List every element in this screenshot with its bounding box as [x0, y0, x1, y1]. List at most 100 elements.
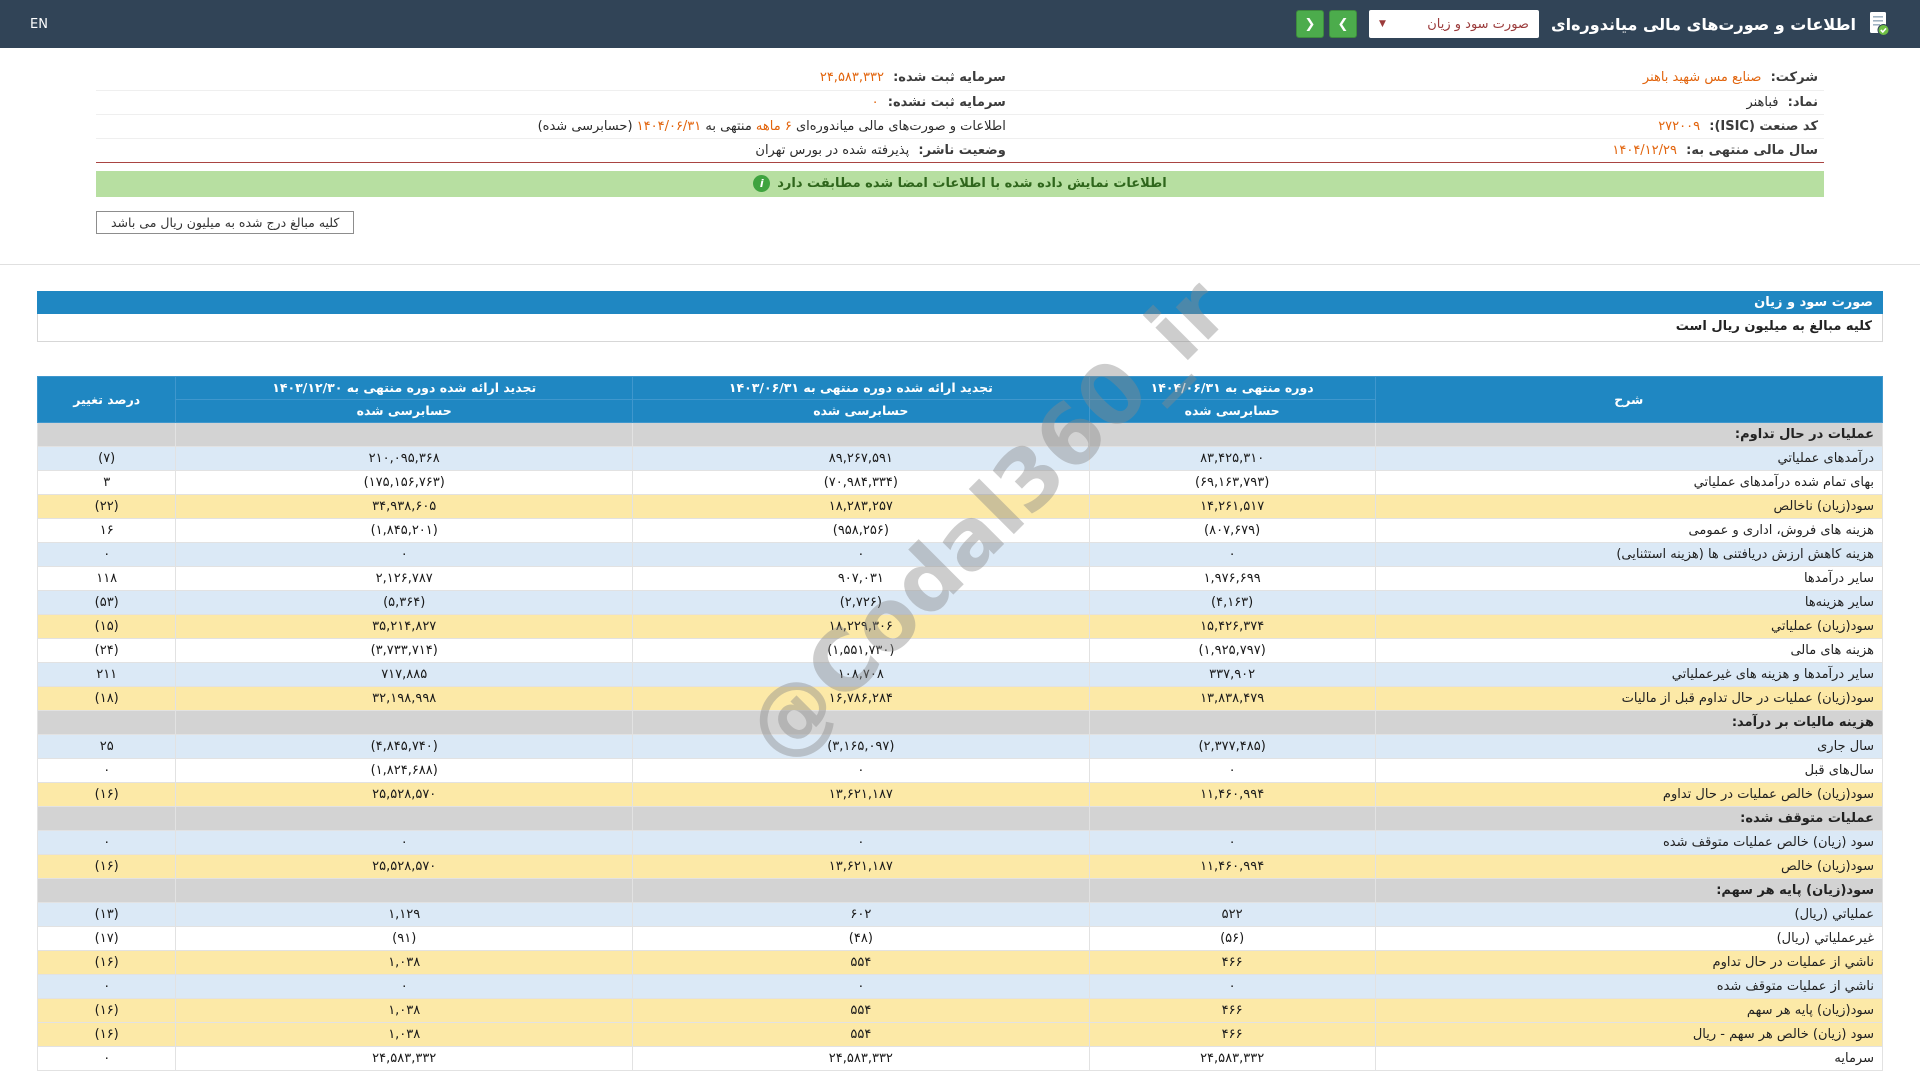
table-row: سود(زیان) عملیات در حال تداوم قبل از مال… — [36, 685, 1884, 711]
value-restated-halfyear: (۱,۵۵۱,۷۳۰) — [632, 637, 1090, 663]
value-percent-change: (۱۶) — [36, 949, 177, 975]
value-percent-change: (۷) — [36, 445, 177, 471]
value-restated-annual: ۷۱۷,۸۸۵ — [175, 661, 634, 687]
value-current-period: ۰ — [1088, 541, 1376, 567]
registered-capital-label: سرمایه ثبت شده: — [893, 70, 1006, 86]
value-current-period — [1088, 709, 1376, 735]
value-percent-change: (۱۷) — [36, 925, 177, 951]
value-current-period: (۸۰۷,۶۷۹) — [1088, 517, 1376, 543]
row-description: هزینه های مالی — [1374, 637, 1884, 663]
value-percent-change: ۰ — [36, 757, 177, 783]
value-current-period: ۱۵,۴۲۶,۳۷۴ — [1088, 613, 1376, 639]
value-restated-halfyear: ۱۳,۶۲۱,۱۸۷ — [632, 781, 1090, 807]
audited-subheader: حسابرسی شده — [1088, 398, 1376, 423]
value-restated-halfyear: ۱۸,۲۸۳,۲۵۷ — [632, 493, 1090, 519]
nav-forward-button[interactable]: ❯ — [1328, 10, 1357, 38]
value-percent-change: (۱۶) — [36, 781, 177, 807]
col-header-restated-annual: تجدید ارائه شده دوره منتهی به ۱۴۰۳/۱۲/۳۰ — [175, 375, 634, 400]
value-restated-annual — [175, 877, 634, 903]
info-icon: i — [753, 175, 771, 192]
section-divider — [0, 263, 1920, 265]
audited-subheader: حسابرسی شده — [175, 398, 634, 423]
symbol-label: نماد: — [1787, 94, 1818, 110]
value-percent-change: (۵۳) — [36, 589, 177, 615]
value-percent-change: (۱۶) — [36, 853, 177, 879]
row-description: عملیات متوقف شده: — [1374, 805, 1884, 831]
value-current-period: ۸۳,۴۲۵,۳۱۰ — [1088, 445, 1376, 471]
table-row: سود (زیان) خالص هر سهم - ریال ۴۶۶ ۵۵۴ ۱,۰۳۸… — [36, 1021, 1884, 1047]
row-description: ناشي از عملیات متوقف شده — [1374, 973, 1884, 999]
row-description: سال‌های قبل — [1374, 757, 1884, 783]
value-percent-change: (۱۶) — [36, 997, 177, 1023]
registered-capital-value: ۲۴,۵۸۳,۳۳۲ — [819, 70, 884, 86]
value-current-period: (۴,۱۶۳) — [1088, 589, 1376, 615]
period-navigation: ❯ ❮ — [1295, 10, 1357, 38]
isic-value: ۲۷۲۰۰۹ — [1658, 118, 1701, 134]
value-restated-annual: (۹۱) — [175, 925, 634, 951]
value-restated-annual: (۱,۸۴۵,۲۰۱) — [175, 517, 634, 543]
fiscal-year-value: ۱۴۰۴/۱۲/۲۹ — [1612, 142, 1677, 158]
table-row: ناشي از عملیات در حال تداوم ۴۶۶ ۵۵۴ ۱,۰۳۸ (۱… — [36, 949, 1884, 975]
row-description: سود (زیان) خالص هر سهم - ریال — [1374, 1021, 1884, 1047]
value-restated-annual: ۲۵,۵۲۸,۵۷۰ — [175, 853, 634, 879]
section-row: عملیات در حال تداوم: — [36, 421, 1884, 447]
income-statement-table: شرح دوره منتهی به ۱۴۰۴/۰۶/۳۱ تجدید ارائه… — [36, 375, 1884, 1071]
value-current-period: (۵۶) — [1088, 925, 1376, 951]
value-current-period: ۱۱,۴۶۰,۹۹۴ — [1088, 781, 1376, 807]
value-current-period: ۴۶۶ — [1088, 997, 1376, 1023]
table-row: سود(زیان) خالص عملیات در حال تداوم ۱۱,۴۶۰… — [36, 781, 1884, 807]
value-restated-halfyear: ۵۵۴ — [632, 1021, 1090, 1047]
info-row: سال مالی منتهی به: ۱۴۰۴/۱۲/۲۹ وضعیت ناشر… — [96, 138, 1824, 163]
language-toggle[interactable]: EN — [30, 17, 48, 32]
chevron-down-icon: ▼ — [1378, 19, 1386, 29]
value-restated-annual: ۰ — [175, 829, 634, 855]
table-row: سود(زیان) پایه هر سهم ۴۶۶ ۵۵۴ ۱,۰۳۸ (۱۶) — [36, 997, 1884, 1023]
report-type-select[interactable]: صورت سود و زیان ▼ — [1368, 10, 1539, 38]
value-restated-annual: ۱,۰۳۸ — [175, 1021, 634, 1047]
value-restated-halfyear: ۱۳,۶۲۱,۱۸۷ — [632, 853, 1090, 879]
nav-back-button[interactable]: ❮ — [1295, 10, 1324, 38]
value-percent-change: (۱۵) — [36, 613, 177, 639]
info-row: کد صنعت (ISIC): ۲۷۲۰۰۹ اطلاعات و صورت‌ها… — [96, 114, 1824, 139]
table-row: سود (زیان) خالص عملیات متوقف شده ۰ ۰ ۰ ۰ — [36, 829, 1884, 855]
value-current-period: (۱,۹۲۵,۷۹۷) — [1088, 637, 1376, 663]
statement-table-wrap: شرح دوره منتهی به ۱۴۰۴/۰۶/۳۱ تجدید ارائه… — [36, 375, 1884, 1071]
table-row: سایر درآمدها ۱,۹۷۶,۶۹۹ ۹۰۷,۰۳۱ ۲,۱۲۶,۷۸۷ ۱۱۸ — [36, 565, 1884, 591]
value-restated-halfyear — [632, 805, 1090, 831]
value-restated-halfyear: (۹۵۸,۲۵۶) — [632, 517, 1090, 543]
value-percent-change: ۱۱۸ — [36, 565, 177, 591]
col-header-percent-change: درصد تغییر — [36, 375, 177, 423]
value-current-period — [1088, 805, 1376, 831]
value-restated-annual: ۱,۰۳۸ — [175, 997, 634, 1023]
company-name-link[interactable]: صنایع مس شهید باهنر — [1643, 70, 1762, 85]
row-description: سال جاری — [1374, 733, 1884, 759]
row-description: سایر هزینه‌ها — [1374, 589, 1884, 615]
value-percent-change: ۲۵ — [36, 733, 177, 759]
period-length-value: ۶ ماهه — [755, 118, 792, 134]
statement-title-bar: صورت سود و زیان — [37, 290, 1883, 314]
row-description: غیرعملیاتي (ریال) — [1374, 925, 1884, 951]
income-statement-body: عملیات در حال تداوم: درآمدهای عملیاتي ۸۳,۴… — [36, 421, 1884, 1071]
value-restated-annual: (۱,۸۲۴,۶۸۸) — [175, 757, 634, 783]
value-current-period: (۲,۳۷۷,۴۸۵) — [1088, 733, 1376, 759]
company-info-table: شرکت: صنایع مس شهید باهنر سرمایه ثبت شده… — [96, 66, 1824, 163]
value-restated-halfyear: (۴۸) — [632, 925, 1090, 951]
value-current-period: ۰ — [1088, 757, 1376, 783]
table-row: هزینه کاهش ارزش دریافتنی ها (هزینه استثن… — [36, 541, 1884, 567]
table-row: بهای تمام شده درآمدهای عملیاتي (۶۹,۱۶۳,۷۹… — [36, 469, 1884, 495]
value-restated-annual: ۰ — [175, 973, 634, 999]
value-restated-halfyear: ۰ — [632, 829, 1090, 855]
value-restated-halfyear: ۰ — [632, 757, 1090, 783]
table-row: سال جاری (۲,۳۷۷,۴۸۵) (۳,۱۶۵,۰۹۷) (۴,۸۴۵,۷۴۰… — [36, 733, 1884, 759]
row-description: سود(زیان) خالص — [1374, 853, 1884, 879]
report-type-selected-value: صورت سود و زیان — [1427, 16, 1529, 32]
section-row: عملیات متوقف شده: — [36, 805, 1884, 831]
unit-note-row: کلیه مبالغ درج شده به میلیون ریال می باش… — [96, 210, 1824, 234]
row-description: سود(زیان) خالص عملیات در حال تداوم — [1374, 781, 1884, 807]
section-row: هزینه مالیات بر درآمد: — [36, 709, 1884, 735]
value-restated-annual: ۲۴,۵۸۳,۳۳۲ — [175, 1045, 634, 1071]
value-current-period: ۴۶۶ — [1088, 1021, 1376, 1047]
table-row: سود(زیان) ناخالص ۱۴,۲۶۱,۵۱۷ ۱۸,۲۸۳,۲۵۷ ۳۴,۹… — [36, 493, 1884, 519]
value-restated-annual: ۲,۱۲۶,۷۸۷ — [175, 565, 634, 591]
value-current-period — [1088, 421, 1376, 447]
